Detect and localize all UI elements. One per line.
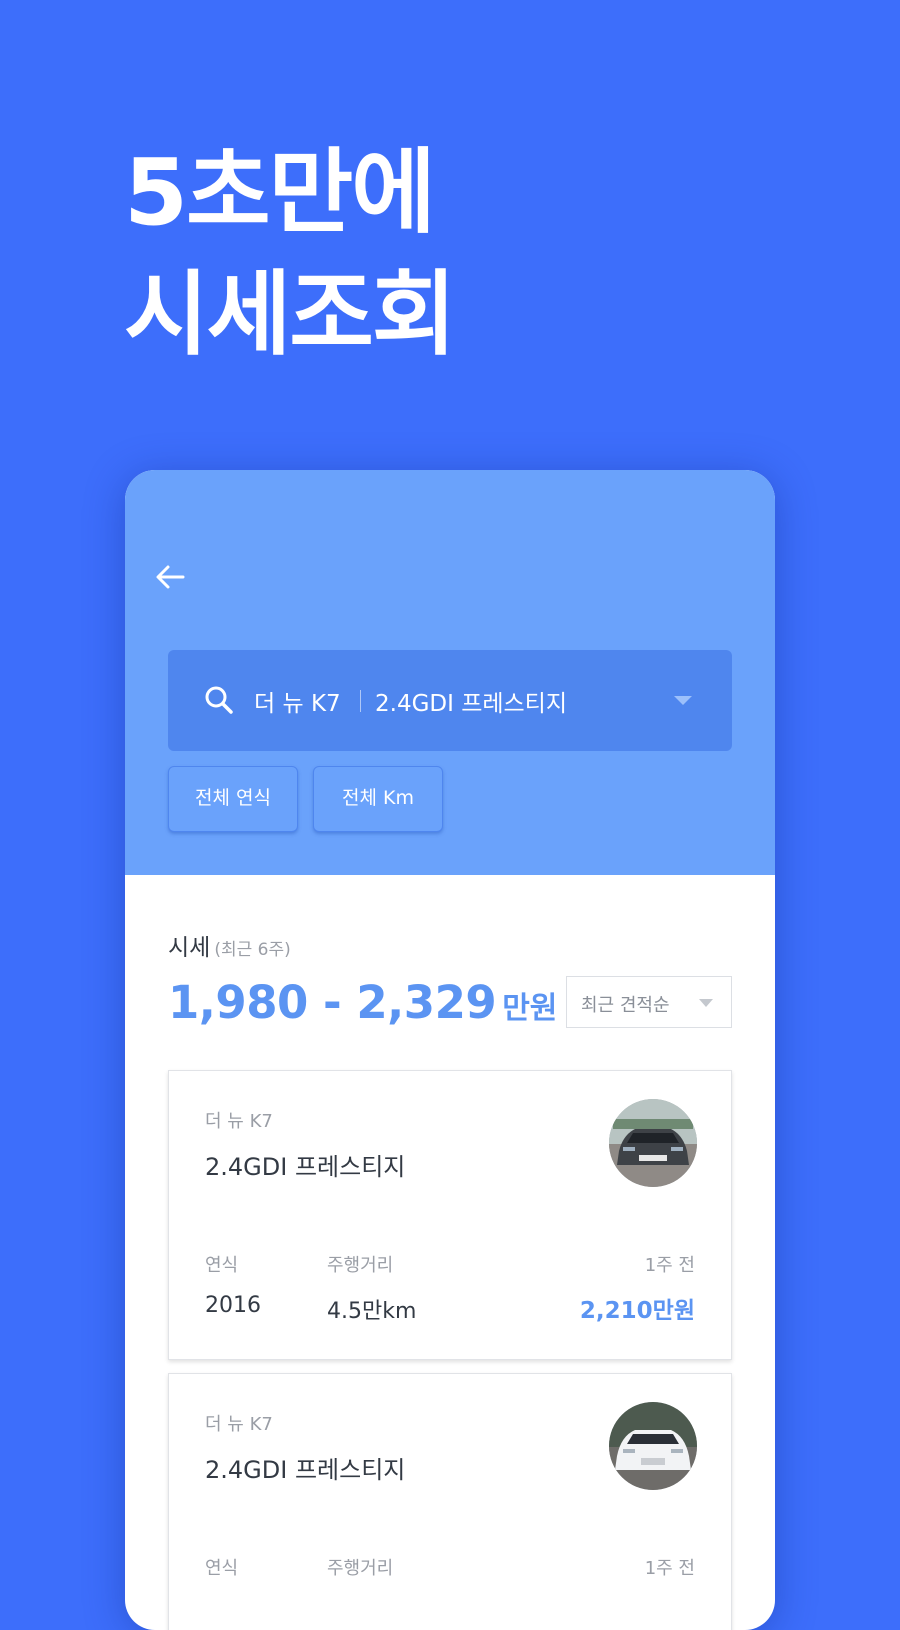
chevron-down-icon (699, 999, 713, 1007)
headline-line-1: 5초만에 (124, 139, 436, 246)
car-front-image (609, 1402, 697, 1490)
headline-line-2: 시세조회 (124, 261, 457, 368)
label-mileage: 주행거리 (327, 1558, 394, 1579)
listing-mileage: 4.5만km (327, 1299, 417, 1324)
label-year: 연식 (205, 1255, 239, 1276)
car-photo (609, 1402, 697, 1490)
search-model-text: 더 뉴 K7 (254, 691, 341, 717)
price-unit: 만원 (502, 991, 558, 1026)
app-header: 더 뉴 K7 2.4GDI 프레스티지 전체 연식 전체 Km (125, 470, 775, 875)
chevron-down-icon (674, 696, 692, 705)
car-search-select[interactable]: 더 뉴 K7 2.4GDI 프레스티지 (168, 650, 732, 751)
filter-year-button[interactable]: 전체 연식 (168, 766, 298, 832)
back-arrow-icon[interactable] (153, 560, 187, 594)
sort-selected-label: 최근 견적순 (581, 995, 670, 1016)
car-photo (609, 1099, 697, 1187)
label-year: 연식 (205, 1558, 239, 1579)
search-divider (360, 690, 361, 712)
price-section-title: 시세 (최근 6주) (168, 928, 291, 962)
listing-price: 2,210만원 (579, 1298, 695, 1324)
price-range-value: 1,980 - 2,329 (168, 976, 497, 1029)
label-mileage: 주행거리 (327, 1255, 394, 1276)
headline: 5초만에 시세조회 (124, 132, 457, 376)
listing-card[interactable]: 더 뉴 K7 2.4GDI 프레스티지 연식 주행거리 1주 전 2016 4.… (168, 1070, 732, 1360)
phone-screen: 더 뉴 K7 2.4GDI 프레스티지 전체 연식 전체 Km 시세 (최근 6주… (125, 470, 775, 1630)
listing-card[interactable]: 더 뉴 K7 2.4GDI 프레스티지 연식 주행거리 1주 전 (168, 1373, 732, 1630)
filter-km-button[interactable]: 전체 Km (313, 766, 443, 832)
sort-dropdown[interactable]: 최근 견적순 (566, 976, 732, 1028)
listing-trim: 2.4GDI 프레스티지 (205, 1456, 406, 1484)
listing-date: 1주 전 (644, 1255, 695, 1276)
listing-year: 2016 (205, 1293, 261, 1318)
price-period: (최근 6주) (214, 940, 291, 960)
car-front-image (609, 1099, 697, 1187)
listing-model: 더 뉴 K7 (205, 1111, 273, 1132)
price-range: 1,980 - 2,329 만원 (168, 976, 557, 1029)
listing-model: 더 뉴 K7 (205, 1414, 273, 1435)
search-icon (205, 686, 233, 714)
listing-date: 1주 전 (644, 1558, 695, 1579)
listing-trim: 2.4GDI 프레스티지 (205, 1153, 406, 1181)
price-title: 시세 (168, 935, 211, 961)
search-trim-text: 2.4GDI 프레스티지 (375, 691, 568, 717)
